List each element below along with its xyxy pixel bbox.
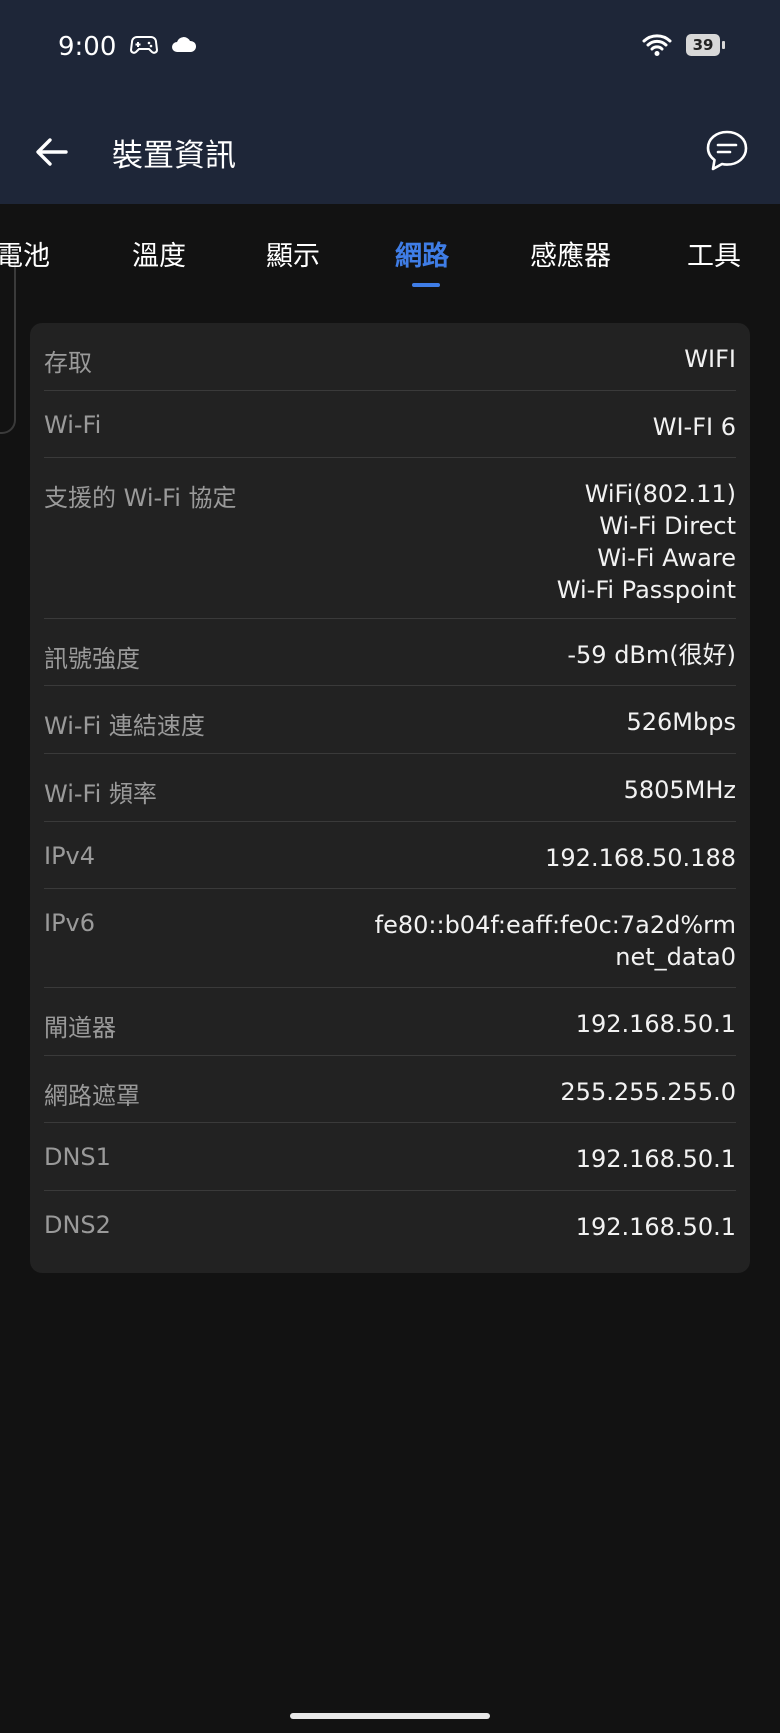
info-value: fe80::b04f:eaff:fe0c:7a2d%rmnet_data0 bbox=[375, 909, 736, 973]
info-label: IPv4 bbox=[44, 842, 96, 870]
info-value: WIFI bbox=[684, 343, 736, 375]
tab-battery[interactable]: 電池 bbox=[0, 234, 50, 273]
wifi-icon bbox=[642, 34, 672, 56]
battery-icon: 39 bbox=[686, 34, 725, 56]
tab-display[interactable]: 顯示 bbox=[266, 234, 320, 273]
info-value-line: 255.255.255.0 bbox=[560, 1078, 736, 1106]
info-value: -59 dBm(很好) bbox=[567, 639, 736, 671]
page-title: 裝置資訊 bbox=[112, 138, 236, 174]
status-icons-left bbox=[130, 34, 198, 56]
info-value-line: 192.168.50.1 bbox=[575, 1213, 736, 1241]
info-row: DNS1 192.168.50.1 bbox=[44, 1123, 736, 1191]
tab-sensors[interactable]: 感應器 bbox=[530, 234, 611, 273]
info-value-line: Wi-Fi Passpoint bbox=[556, 576, 736, 604]
info-row: 支援的 Wi-Fi 協定 WiFi(802.11) Wi-Fi Direct Wi-F… bbox=[44, 458, 736, 619]
info-value-line: 192.168.50.188 bbox=[545, 844, 736, 872]
info-row: 閘道器 192.168.50.1 bbox=[44, 988, 736, 1056]
info-row: 網路遮罩 255.255.255.0 bbox=[44, 1056, 736, 1123]
info-value-line: WIFI bbox=[684, 345, 736, 373]
info-label: DNS2 bbox=[44, 1211, 111, 1239]
info-value-line: Wi-Fi Direct bbox=[599, 512, 736, 540]
info-label: IPv6 bbox=[44, 909, 96, 937]
info-label: 支援的 Wi-Fi 協定 bbox=[44, 484, 237, 512]
network-info-card: 存取 WIFI Wi-Fi WI-FI 6 支援的 Wi-Fi 協定 WiFi(802.1… bbox=[30, 323, 750, 1273]
info-value: 192.168.50.1 bbox=[576, 1008, 736, 1040]
info-row: 訊號強度 -59 dBm(很好) bbox=[44, 619, 736, 686]
gamepad-icon bbox=[130, 36, 158, 54]
info-label: 閘道器 bbox=[44, 1014, 116, 1042]
info-label: 存取 bbox=[44, 349, 92, 377]
status-icons-right: 39 bbox=[642, 33, 725, 57]
info-value-line: 192.168.50.1 bbox=[575, 1010, 736, 1038]
tab-temperature[interactable]: 溫度 bbox=[132, 234, 186, 273]
info-label: Wi-Fi 頻率 bbox=[44, 780, 157, 808]
info-value-line: 526Mbps bbox=[626, 708, 737, 736]
info-value: 192.168.50.188 bbox=[545, 842, 736, 874]
info-value: 255.255.255.0 bbox=[560, 1076, 736, 1108]
info-row: Wi-Fi 連結速度 526Mbps bbox=[44, 686, 736, 754]
chat-feedback-icon[interactable] bbox=[704, 128, 750, 174]
info-label: Wi-Fi 連結速度 bbox=[44, 712, 205, 740]
info-value: 192.168.50.1 bbox=[576, 1143, 736, 1175]
info-label: DNS1 bbox=[44, 1143, 111, 1171]
info-row: Wi-Fi 頻率 5805MHz bbox=[44, 754, 736, 822]
info-value-line: 192.168.50.1 bbox=[575, 1145, 736, 1173]
info-row: 存取 WIFI bbox=[44, 323, 736, 391]
tab-tools[interactable]: 工具 bbox=[687, 234, 741, 273]
info-value-line: 5805MHz bbox=[623, 776, 736, 804]
info-row: DNS2 192.168.50.1 bbox=[44, 1191, 736, 1259]
info-value-line: -59 dBm(很好) bbox=[567, 641, 736, 669]
info-value: 526Mbps bbox=[627, 706, 737, 738]
info-value-line: net_data0 bbox=[615, 943, 736, 971]
tab-bar: 電池 溫度 顯示 網路 感應器 工具 bbox=[0, 204, 780, 292]
info-value: WiFi(802.11) Wi-Fi Direct Wi-Fi Aware Wi-Fi… bbox=[557, 478, 736, 606]
info-value: 192.168.50.1 bbox=[576, 1211, 736, 1243]
info-label: 訊號強度 bbox=[44, 645, 140, 673]
info-value-line: fe80::b04f:eaff:fe0c:7a2d%rm bbox=[374, 911, 736, 939]
back-arrow-icon[interactable] bbox=[30, 130, 74, 174]
info-row: IPv4 192.168.50.188 bbox=[44, 822, 736, 889]
home-indicator[interactable] bbox=[290, 1713, 490, 1719]
info-value: WI-FI 6 bbox=[653, 411, 736, 443]
tab-network[interactable]: 網路 bbox=[395, 234, 449, 273]
app-header: 9:00 39 裝置資訊 bbox=[0, 0, 780, 204]
active-tab-indicator bbox=[412, 283, 440, 287]
info-value-line: WI-FI 6 bbox=[652, 413, 736, 441]
info-row: Wi-Fi WI-FI 6 bbox=[44, 391, 736, 458]
info-value-line: WiFi(802.11) bbox=[584, 480, 736, 508]
info-label: 網路遮罩 bbox=[44, 1082, 140, 1110]
info-value: 5805MHz bbox=[624, 774, 736, 806]
status-time: 9:00 bbox=[58, 32, 117, 62]
info-label: Wi-Fi bbox=[44, 411, 102, 439]
cloud-icon bbox=[172, 37, 197, 52]
info-value-line: Wi-Fi Aware bbox=[597, 544, 736, 572]
info-row: IPv6 fe80::b04f:eaff:fe0c:7a2d%rmnet_data… bbox=[44, 889, 736, 988]
